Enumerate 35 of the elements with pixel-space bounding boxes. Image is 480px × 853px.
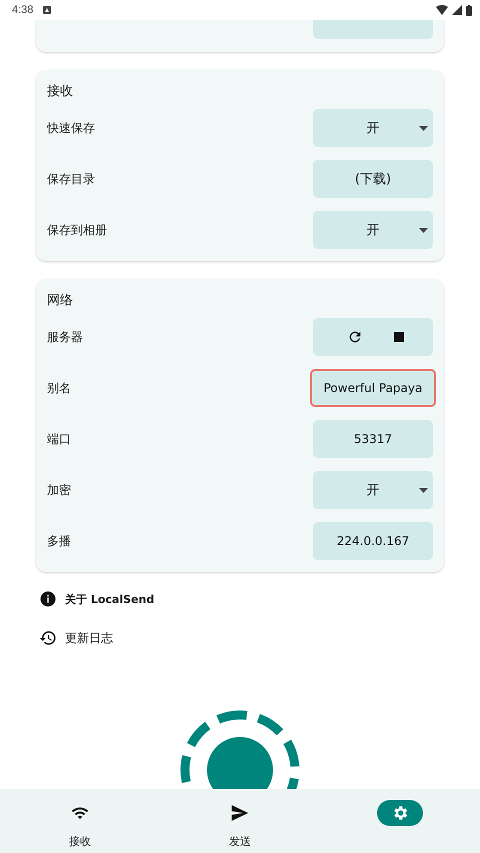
clock: 4:38	[12, 4, 34, 16]
dropdown-arrow-icon	[419, 126, 428, 131]
setting-label: 服务器	[47, 328, 83, 346]
dropdown[interactable]: 开	[313, 211, 433, 249]
dropdown[interactable]: 开	[313, 471, 433, 509]
setting-label: 多播	[47, 532, 71, 550]
section-title: 网络	[47, 292, 74, 310]
notification-icon	[43, 6, 52, 14]
input-field[interactable]: 224.0.0.167	[313, 522, 433, 560]
info-icon	[39, 590, 57, 608]
section-title: 接收	[47, 83, 74, 101]
cell-signal-icon	[452, 5, 462, 15]
wifi-icon	[71, 806, 89, 820]
dropdown-arrow-icon	[419, 488, 428, 493]
menu-link[interactable]: 更新日志	[65, 630, 113, 646]
setting-label: 端口	[47, 430, 71, 448]
refresh-icon[interactable]	[346, 329, 362, 345]
nav-label: 发送	[229, 834, 251, 849]
history-icon	[39, 629, 57, 647]
setting-label: 加密	[47, 482, 71, 498]
setting-label: 保存目录	[47, 170, 95, 188]
wifi-signal-icon	[436, 5, 448, 15]
stop-icon[interactable]	[394, 332, 404, 342]
input-field[interactable]: 53317	[313, 420, 433, 458]
battery-icon	[466, 4, 472, 16]
dropdown-arrow-icon	[419, 228, 428, 233]
setting-label: 保存到相册	[47, 222, 107, 238]
dropdown[interactable]: 开	[313, 109, 433, 147]
send-icon	[231, 805, 249, 821]
setting-label: 别名	[47, 380, 71, 396]
menu-link[interactable]: 关于 LocalSend	[65, 592, 154, 606]
setting-label: 快速保存	[47, 120, 95, 136]
option-button[interactable]: (下载)	[313, 160, 433, 198]
nav-label: 接收	[69, 834, 91, 849]
input-field[interactable]: Powerful Papaya	[310, 369, 436, 407]
